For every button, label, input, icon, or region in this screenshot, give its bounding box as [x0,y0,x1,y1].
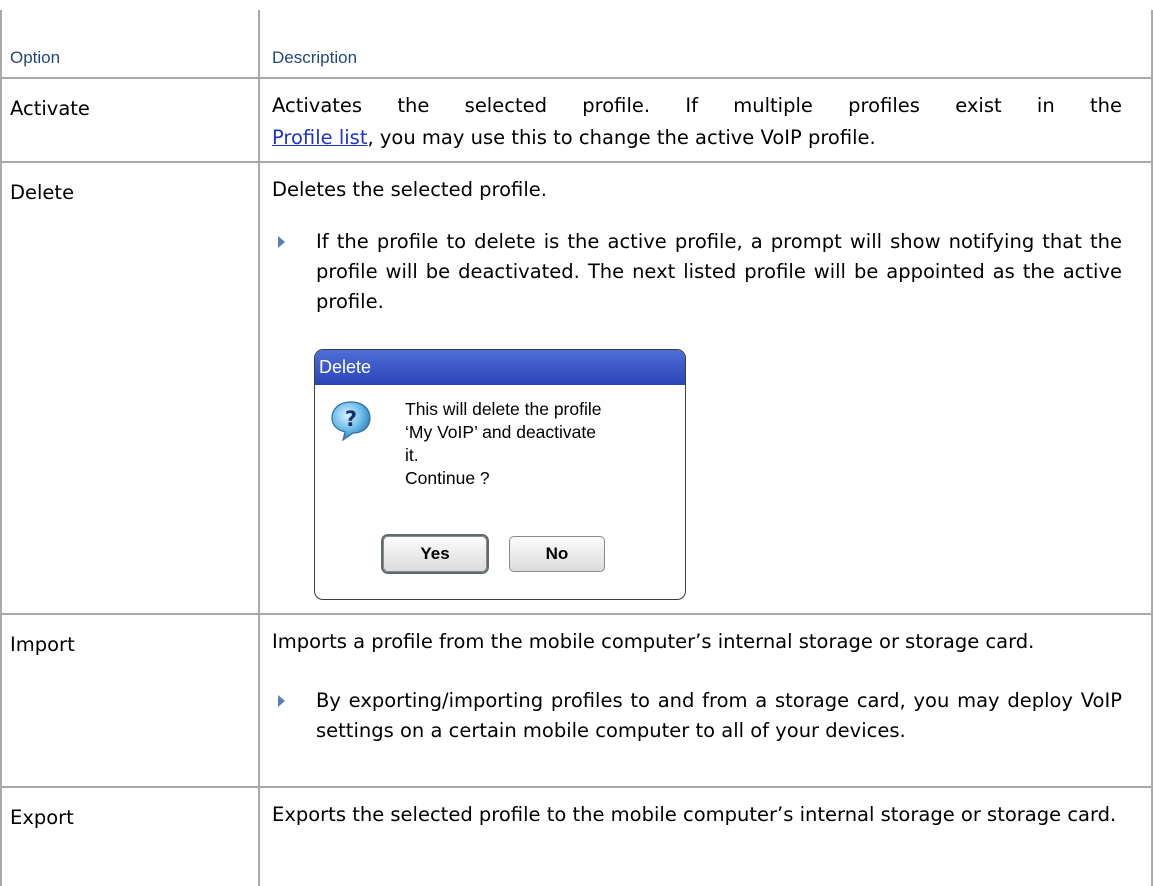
option-export: Export [10,806,74,829]
bullet-arrow-icon [278,236,285,248]
svg-text:?: ? [345,407,357,431]
yes-button[interactable]: Yes [383,536,487,572]
no-button[interactable]: No [509,536,605,572]
table-column-divider [258,10,260,886]
dialog-message: This will delete the profile ‘My VoIP’ a… [405,399,602,488]
options-table: Option Description Activate Activates th… [0,0,1153,886]
dialog-title: Delete [315,350,685,385]
option-import: Import [10,633,75,656]
import-bullet-text: By exporting/importing profiles to and f… [316,689,1122,742]
option-activate: Activate [10,97,90,120]
import-description: Imports a profile from the mobile comput… [272,630,1035,653]
export-description: Exports the selected profile to the mobi… [272,803,1117,826]
delete-description: Deletes the selected profile. [272,178,547,201]
bullet-arrow-icon [278,695,285,707]
row-divider [0,613,1153,615]
activate-desc-text-after: , you may use this to change the active … [367,126,876,149]
header-underline [0,77,1153,79]
question-icon: ? [331,401,371,442]
row-divider [0,786,1153,788]
delete-bullet-text: If the profile to delete is the active p… [316,230,1122,313]
activate-description-line2: Profile list, you may use this to change… [272,123,1122,153]
profile-list-link[interactable]: Profile list [272,126,367,149]
column-header-description: Description [272,48,358,67]
option-delete: Delete [10,181,75,204]
row-divider [0,161,1153,163]
activate-desc-text: Activates the selected profile. If multi… [272,94,1122,117]
delete-dialog: Delete ? This will delete the profile ‘M… [314,349,686,600]
column-header-option: Option [10,48,61,67]
activate-description: Activates the selected profile. If multi… [272,91,1122,121]
table-left-border [0,10,2,886]
